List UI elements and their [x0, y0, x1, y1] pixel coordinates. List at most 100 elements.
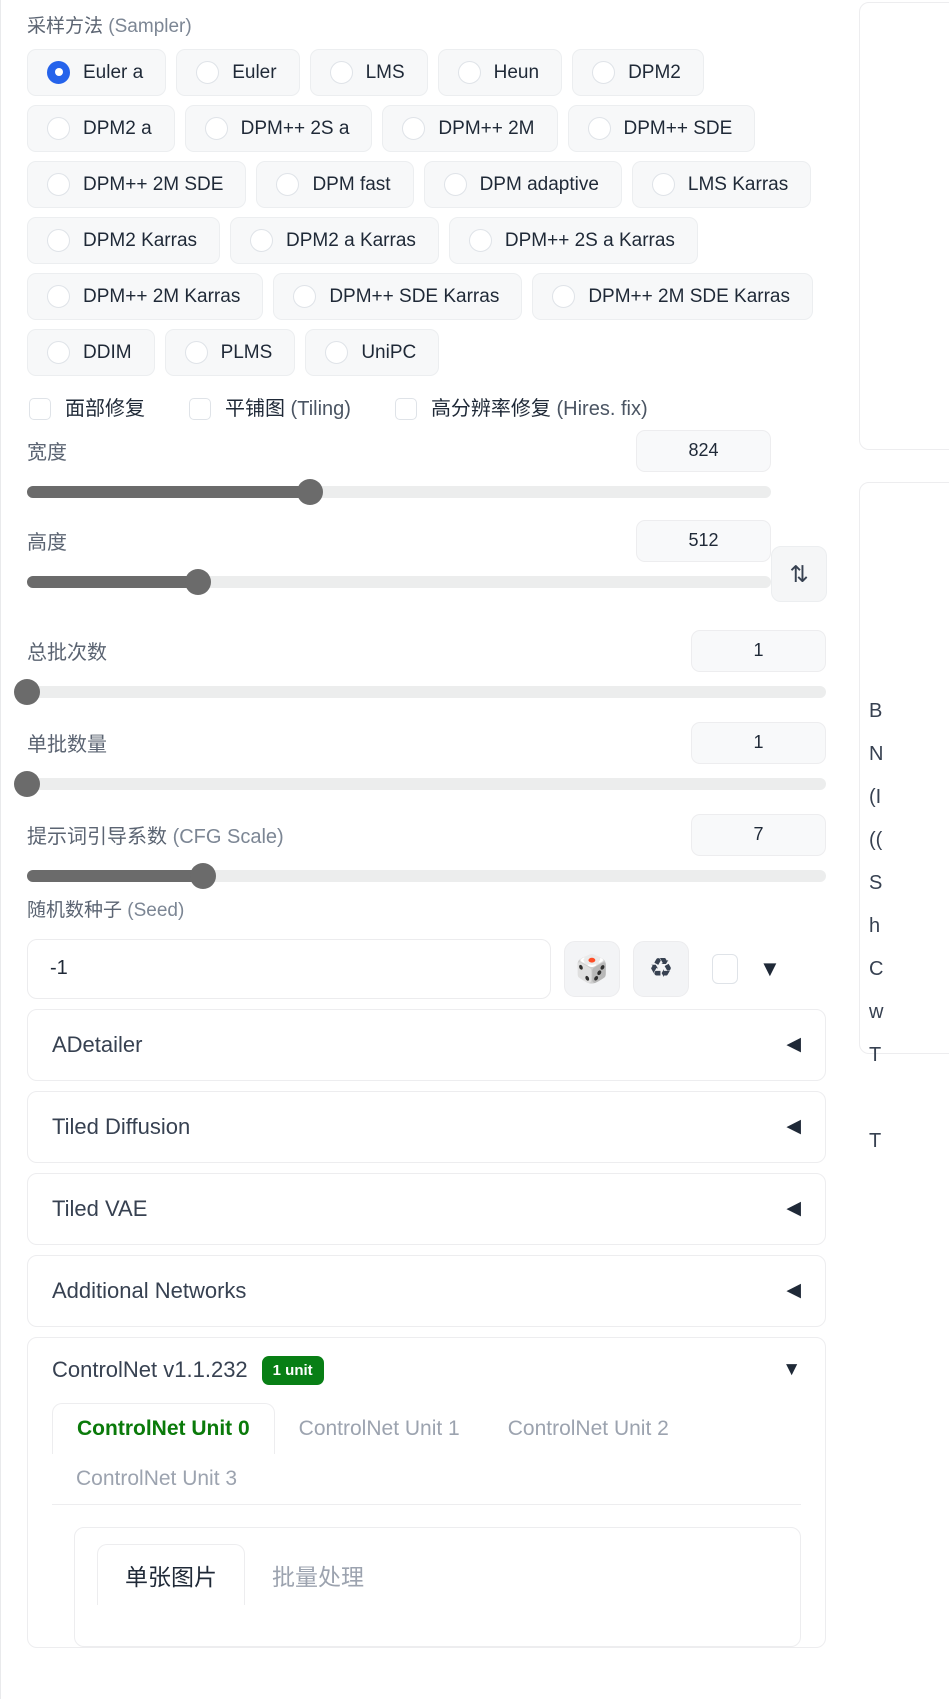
feature-checkbox-row[interactable]: 面部修复 平铺图 (Tiling) 高分辨率修复 (Hires. fix): [27, 397, 826, 420]
chevron-left-icon[interactable]: ◀: [786, 1115, 801, 1138]
radio-icon: [651, 172, 675, 196]
radio-icon: [457, 60, 481, 84]
controlnet-unit-tabs[interactable]: ControlNet Unit 0 ControlNet Unit 1 Contro…: [52, 1402, 801, 1505]
tab-single-image[interactable]: 单张图片: [97, 1543, 245, 1605]
tab-controlnet-unit-0[interactable]: ControlNet Unit 0: [52, 1402, 275, 1454]
radio-icon: [204, 116, 228, 140]
sampler-option-euler-a[interactable]: Euler a: [27, 48, 167, 96]
batch-size-track[interactable]: [14, 770, 826, 797]
accordion-additional-networks[interactable]: Additional Networks ◀: [27, 1254, 826, 1327]
controlnet-unit-badge: 1 unit: [261, 1355, 324, 1385]
sampler-option-lms-karras[interactable]: LMS Karras: [631, 160, 812, 208]
sampler-option-dpm-2s-a[interactable]: DPM++ 2S a: [184, 104, 373, 152]
sampler-option-dpm2[interactable]: DPM2: [572, 48, 704, 96]
left-settings-column: 采样方法 (Sampler) Euler a Euler LMS Heun DPM2 DP…: [0, 0, 850, 1699]
chevron-left-icon[interactable]: ◀: [786, 1197, 801, 1220]
batch-size-value[interactable]: 1: [691, 721, 826, 764]
seed-reuse-button[interactable]: ♻: [633, 940, 689, 997]
accordion-title: Additional Networks: [52, 1277, 247, 1303]
cfg-scale-track[interactable]: [27, 862, 826, 889]
generation-info-line: T: [869, 1130, 882, 1152]
batch-size-slider-group[interactable]: 单批数量 1: [14, 721, 826, 797]
sampler-option-unipc[interactable]: UniPC: [305, 328, 440, 376]
sampler-option-lms[interactable]: LMS: [309, 48, 428, 96]
height-value[interactable]: 512: [636, 519, 771, 562]
radio-icon: [587, 116, 611, 140]
sampler-option-dpm-sde-karras[interactable]: DPM++ SDE Karras: [273, 272, 523, 320]
checkbox-label-cn: 高分辨率修复: [430, 397, 551, 420]
batch-count-knob[interactable]: [14, 678, 40, 705]
checkbox-label-en: (Hires. fix): [550, 397, 648, 420]
cfg-scale-value[interactable]: 7: [691, 813, 826, 856]
sampler-option-dpm-2m[interactable]: DPM++ 2M: [382, 104, 558, 152]
generation-info-line: w: [869, 1001, 884, 1023]
batch-size-knob[interactable]: [14, 770, 40, 797]
checkbox-restore-faces[interactable]: 面部修复: [29, 397, 145, 420]
seed-input[interactable]: -1: [27, 938, 551, 999]
controlnet-header[interactable]: ControlNet v1.1.232 1 unit ▼: [52, 1355, 801, 1385]
sampler-option-dpm2-a[interactable]: DPM2 a: [27, 104, 175, 152]
tab-controlnet-unit-3[interactable]: ControlNet Unit 3: [52, 1454, 261, 1504]
sampler-option-label: DPM2: [628, 61, 681, 83]
sampler-option-ddim[interactable]: DDIM: [27, 328, 155, 376]
height-slider-group[interactable]: 高度 512: [27, 519, 771, 595]
right-output-column: B N (I((Sh Cw T T: [855, 0, 949, 1699]
checkbox-icon: [189, 397, 211, 420]
generation-info-line: B: [869, 700, 883, 722]
cfg-scale-slider-group[interactable]: 提示词引导系数 (CFG Scale) 7: [27, 813, 826, 889]
width-value[interactable]: 824: [636, 429, 771, 472]
accordion-tiled-diffusion[interactable]: Tiled Diffusion ◀: [27, 1090, 826, 1163]
radio-icon: [468, 228, 492, 252]
batch-count-track[interactable]: [14, 678, 826, 705]
webui-txt2img-panel: 采样方法 (Sampler) Euler a Euler LMS Heun DPM2 DP…: [0, 0, 949, 1699]
batch-count-value[interactable]: 1: [691, 629, 826, 672]
radio-icon: [552, 284, 576, 308]
tab-batch-process[interactable]: 批量处理: [245, 1545, 391, 1605]
seed-extra-checkbox[interactable]: [712, 953, 738, 984]
radio-icon: [402, 116, 426, 140]
cfg-scale-knob[interactable]: [189, 862, 216, 889]
seed-expand-caret-icon[interactable]: ▼: [759, 956, 781, 982]
checkbox-tiling[interactable]: 平铺图 (Tiling): [189, 397, 351, 420]
width-slider-track[interactable]: [27, 478, 771, 505]
sampler-radio-group[interactable]: Euler a Euler LMS Heun DPM2 DPM2 a DPM++ 2S a D…: [27, 48, 826, 376]
sampler-option-dpm-adaptive[interactable]: DPM adaptive: [423, 160, 622, 208]
sampler-option-dpm-2m-sde-karras[interactable]: DPM++ 2M SDE Karras: [532, 272, 813, 320]
sampler-option-label: Euler: [232, 61, 277, 83]
checkbox-hires-fix[interactable]: 高分辨率修复 (Hires. fix): [394, 397, 648, 420]
sampler-option-dpm-fast[interactable]: DPM fast: [256, 160, 414, 208]
sampler-option-label: DPM++ SDE: [623, 117, 733, 139]
sampler-option-plms[interactable]: PLMS: [164, 328, 296, 376]
sampler-option-dpm-2m-sde[interactable]: DPM++ 2M SDE: [27, 160, 247, 208]
sampler-option-dpm-2s-a-karras[interactable]: DPM++ 2S a Karras: [448, 216, 698, 264]
sampler-option-dpm2-karras[interactable]: DPM2 Karras: [27, 216, 221, 264]
chevron-down-icon[interactable]: ▼: [782, 1359, 801, 1381]
accordion-tiled-vae[interactable]: Tiled VAE ◀: [27, 1172, 826, 1245]
generation-info-line: T: [869, 1044, 882, 1066]
sampler-option-label: DPM++ 2S a Karras: [504, 229, 675, 251]
height-slider-track[interactable]: [27, 568, 771, 595]
width-slider-group[interactable]: 宽度 824: [27, 429, 771, 505]
tab-controlnet-unit-2[interactable]: ControlNet Unit 2: [484, 1404, 693, 1454]
seed-randomize-button[interactable]: 🎲: [564, 940, 620, 997]
controlnet-unit0-panel: 单张图片 批量处理: [74, 1526, 801, 1647]
batch-count-slider-group[interactable]: 总批次数 1: [14, 629, 826, 705]
sampler-option-heun[interactable]: Heun: [437, 48, 563, 96]
chevron-left-icon[interactable]: ◀: [786, 1033, 801, 1056]
chevron-left-icon[interactable]: ◀: [786, 1279, 801, 1302]
sampler-option-dpm-sde[interactable]: DPM++ SDE: [567, 104, 756, 152]
controlnet-input-mode-tabs[interactable]: 单张图片 批量处理: [75, 1543, 800, 1605]
generation-info-line: S: [869, 872, 883, 894]
checkbox-label: 面部修复: [65, 399, 145, 419]
sampler-option-dpm-2m-karras[interactable]: DPM++ 2M Karras: [27, 272, 264, 320]
height-slider-knob[interactable]: [185, 568, 212, 595]
radio-icon: [47, 228, 70, 252]
sampler-option-dpm2-a-karras[interactable]: DPM2 a Karras: [230, 216, 439, 264]
sampler-option-euler[interactable]: Euler: [176, 48, 300, 96]
accordion-adetailer[interactable]: ADetailer ◀: [27, 1008, 826, 1081]
height-slider-fill: [27, 575, 199, 588]
tab-controlnet-unit-1[interactable]: ControlNet Unit 1: [275, 1404, 484, 1454]
sampler-section-label: 采样方法 (Sampler): [27, 0, 826, 49]
swap-width-height-button[interactable]: ⇅: [771, 546, 827, 602]
width-slider-knob[interactable]: [296, 478, 323, 505]
